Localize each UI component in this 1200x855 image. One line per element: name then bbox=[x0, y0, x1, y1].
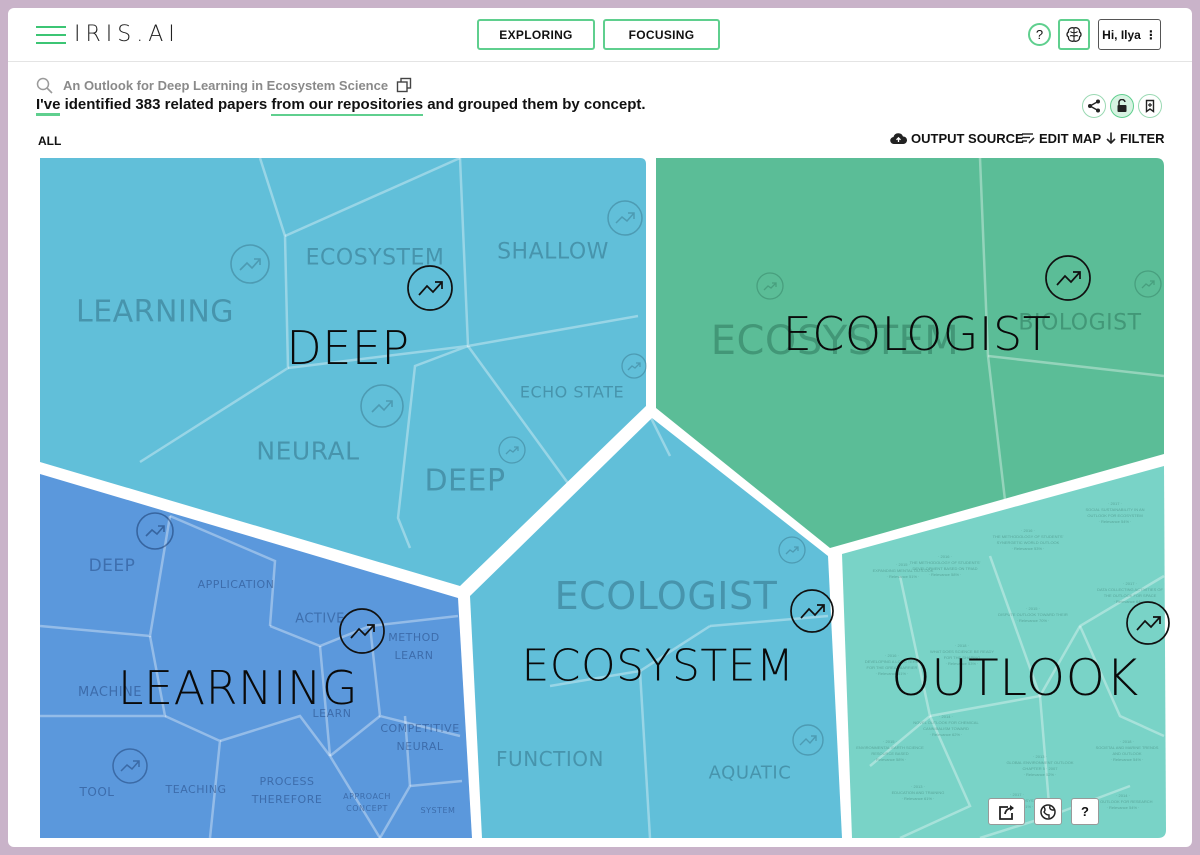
unlock-icon bbox=[1117, 99, 1127, 112]
brain-icon bbox=[1066, 26, 1082, 42]
paper-snippet[interactable]: · 2018 · SOCIETAL AND MARINE TRENDS AND OU… bbox=[1062, 739, 1192, 763]
sub-label-method-learn[interactable]: METHOD LEARN bbox=[388, 629, 440, 665]
sub-label-deep-2[interactable]: DEEP bbox=[89, 556, 136, 576]
map-tools: ? bbox=[988, 798, 1099, 825]
logo: IRIS.AI bbox=[74, 22, 180, 47]
paper-snippet[interactable]: · 2016 · THE METHODOLOGY OF STUDENTS' SYNE… bbox=[963, 528, 1093, 552]
paper-snippet[interactable]: · 2015 · DISPUTE OUTLOOK TOWARD THEIR · Re… bbox=[968, 606, 1098, 624]
map-help-button[interactable]: ? bbox=[1071, 798, 1099, 825]
filter-button[interactable]: FILTER bbox=[1106, 129, 1165, 147]
summary-tail: and grouped them by concept. bbox=[423, 96, 646, 113]
focusing-button[interactable]: FOCUSING bbox=[603, 19, 720, 50]
paper-snippet[interactable]: · 2017 · DATA COLLECTING ACTIVITIES OF THE… bbox=[1065, 581, 1192, 605]
results-summary: I've identified 383 related papers from … bbox=[36, 96, 646, 116]
sub-label-teaching[interactable]: TEACHING bbox=[166, 781, 227, 799]
sub-label-neural[interactable]: NEURAL bbox=[256, 437, 359, 466]
sub-label-echo-state[interactable]: ECHO STATE bbox=[520, 383, 624, 402]
sub-label-process-therefore[interactable]: PROCESS THEREFORE bbox=[252, 773, 323, 809]
paper-snippet[interactable]: · 2017 · SOCIAL SUSTAINABILITY IN AN OUTLO… bbox=[1050, 501, 1180, 525]
concept-map[interactable]: LEARNING ECOSYSTEM SHALLOW ECHO STATE NE… bbox=[30, 156, 1170, 840]
cluster-title-ecosystem[interactable]: ECOSYSTEM bbox=[521, 641, 794, 692]
globe-button[interactable] bbox=[1034, 798, 1062, 825]
filter-label: FILTER bbox=[1120, 130, 1165, 146]
sub-label-shallow[interactable]: SHALLOW bbox=[497, 240, 609, 265]
summary-lead: I've bbox=[36, 96, 61, 116]
user-menu-button[interactable]: Hi, Ilya ⋮ bbox=[1098, 19, 1161, 50]
sub-label-learning[interactable]: LEARNING bbox=[76, 295, 234, 330]
repositories-link[interactable]: from our repositories bbox=[271, 96, 424, 116]
output-source-button[interactable]: OUTPUT SOURCE bbox=[890, 129, 1024, 147]
sub-label-system[interactable]: SYSTEM bbox=[421, 802, 456, 820]
sub-label-tool[interactable]: TOOL bbox=[80, 783, 115, 801]
top-bar: IRIS.AI EXPLORING FOCUSING ? Hi, Ilya ⋮ bbox=[8, 8, 1192, 62]
sub-label-competitive-neural[interactable]: COMPETITIVE NEURAL bbox=[380, 720, 459, 756]
cluster-title-learning[interactable]: LEARNING bbox=[118, 661, 358, 715]
export-icon bbox=[998, 804, 1014, 820]
paper-snippet[interactable]: · 2015 · EXPANDING MENTAL OUTLOOK · Releva… bbox=[838, 562, 968, 580]
edit-map-button[interactable]: EDIT MAP bbox=[1022, 129, 1101, 147]
sub-label-ecosystem[interactable]: ECOSYSTEM bbox=[306, 246, 445, 271]
paper-snippet[interactable]: · 2014 · NOVEL OUTLOOK FOR CHEMICAL CANNIB… bbox=[881, 714, 1011, 738]
cloud-upload-icon bbox=[890, 132, 907, 144]
bookmark-icon bbox=[1145, 99, 1155, 113]
sub-label-approach-concept[interactable]: APPROACH CONCEPT bbox=[343, 791, 391, 815]
query-row: An Outlook for Deep Learning in Ecosyste… bbox=[36, 74, 412, 96]
query-title: An Outlook for Deep Learning in Ecosyste… bbox=[63, 77, 389, 93]
sub-label-aquatic[interactable]: AQUATIC bbox=[709, 763, 792, 784]
brain-button[interactable] bbox=[1058, 19, 1090, 50]
edit-map-label: EDIT MAP bbox=[1039, 130, 1102, 146]
help-button[interactable]: ? bbox=[1028, 23, 1051, 46]
all-tab[interactable]: ALL bbox=[38, 134, 61, 148]
search-icon[interactable] bbox=[36, 77, 53, 94]
cluster-title-ecologist[interactable]: ECOLOGIST bbox=[783, 307, 1052, 361]
share-icon bbox=[1088, 99, 1100, 113]
sub-label-application[interactable]: APPLICATION bbox=[198, 576, 275, 594]
globe-icon bbox=[1040, 803, 1056, 820]
bookmark-button[interactable] bbox=[1138, 94, 1162, 118]
sub-label-ecologist[interactable]: ECOLOGIST bbox=[555, 574, 778, 618]
lock-button[interactable] bbox=[1110, 94, 1134, 118]
arrow-down-icon bbox=[1106, 132, 1116, 144]
exploring-button[interactable]: EXPLORING bbox=[477, 19, 595, 50]
paper-snippet[interactable]: · 2015 · ENVIRONMENTAL EARTH SCIENCE RESOU… bbox=[825, 739, 955, 763]
kebab-icon: ⋮ bbox=[1144, 27, 1157, 42]
share-button[interactable] bbox=[1082, 94, 1106, 118]
menu-icon[interactable] bbox=[36, 26, 66, 44]
sub-label-function[interactable]: FUNCTION bbox=[496, 747, 604, 771]
cluster-title-outlook[interactable]: OUTLOOK bbox=[891, 649, 1139, 707]
summary-count: identified 383 related papers bbox=[60, 96, 272, 113]
output-source-label: OUTPUT SOURCE bbox=[911, 130, 1024, 146]
app-window: IRIS.AI EXPLORING FOCUSING ? Hi, Ilya ⋮ … bbox=[8, 8, 1192, 847]
user-greeting: Hi, Ilya bbox=[1102, 27, 1141, 42]
sub-label-deep[interactable]: DEEP bbox=[424, 464, 505, 499]
cluster-title-deep[interactable]: DEEP bbox=[286, 321, 409, 375]
copy-icon[interactable] bbox=[396, 77, 412, 93]
sub-label-active[interactable]: ACTIVE bbox=[295, 612, 345, 627]
edit-list-icon bbox=[1022, 132, 1035, 144]
export-button[interactable] bbox=[988, 798, 1025, 825]
